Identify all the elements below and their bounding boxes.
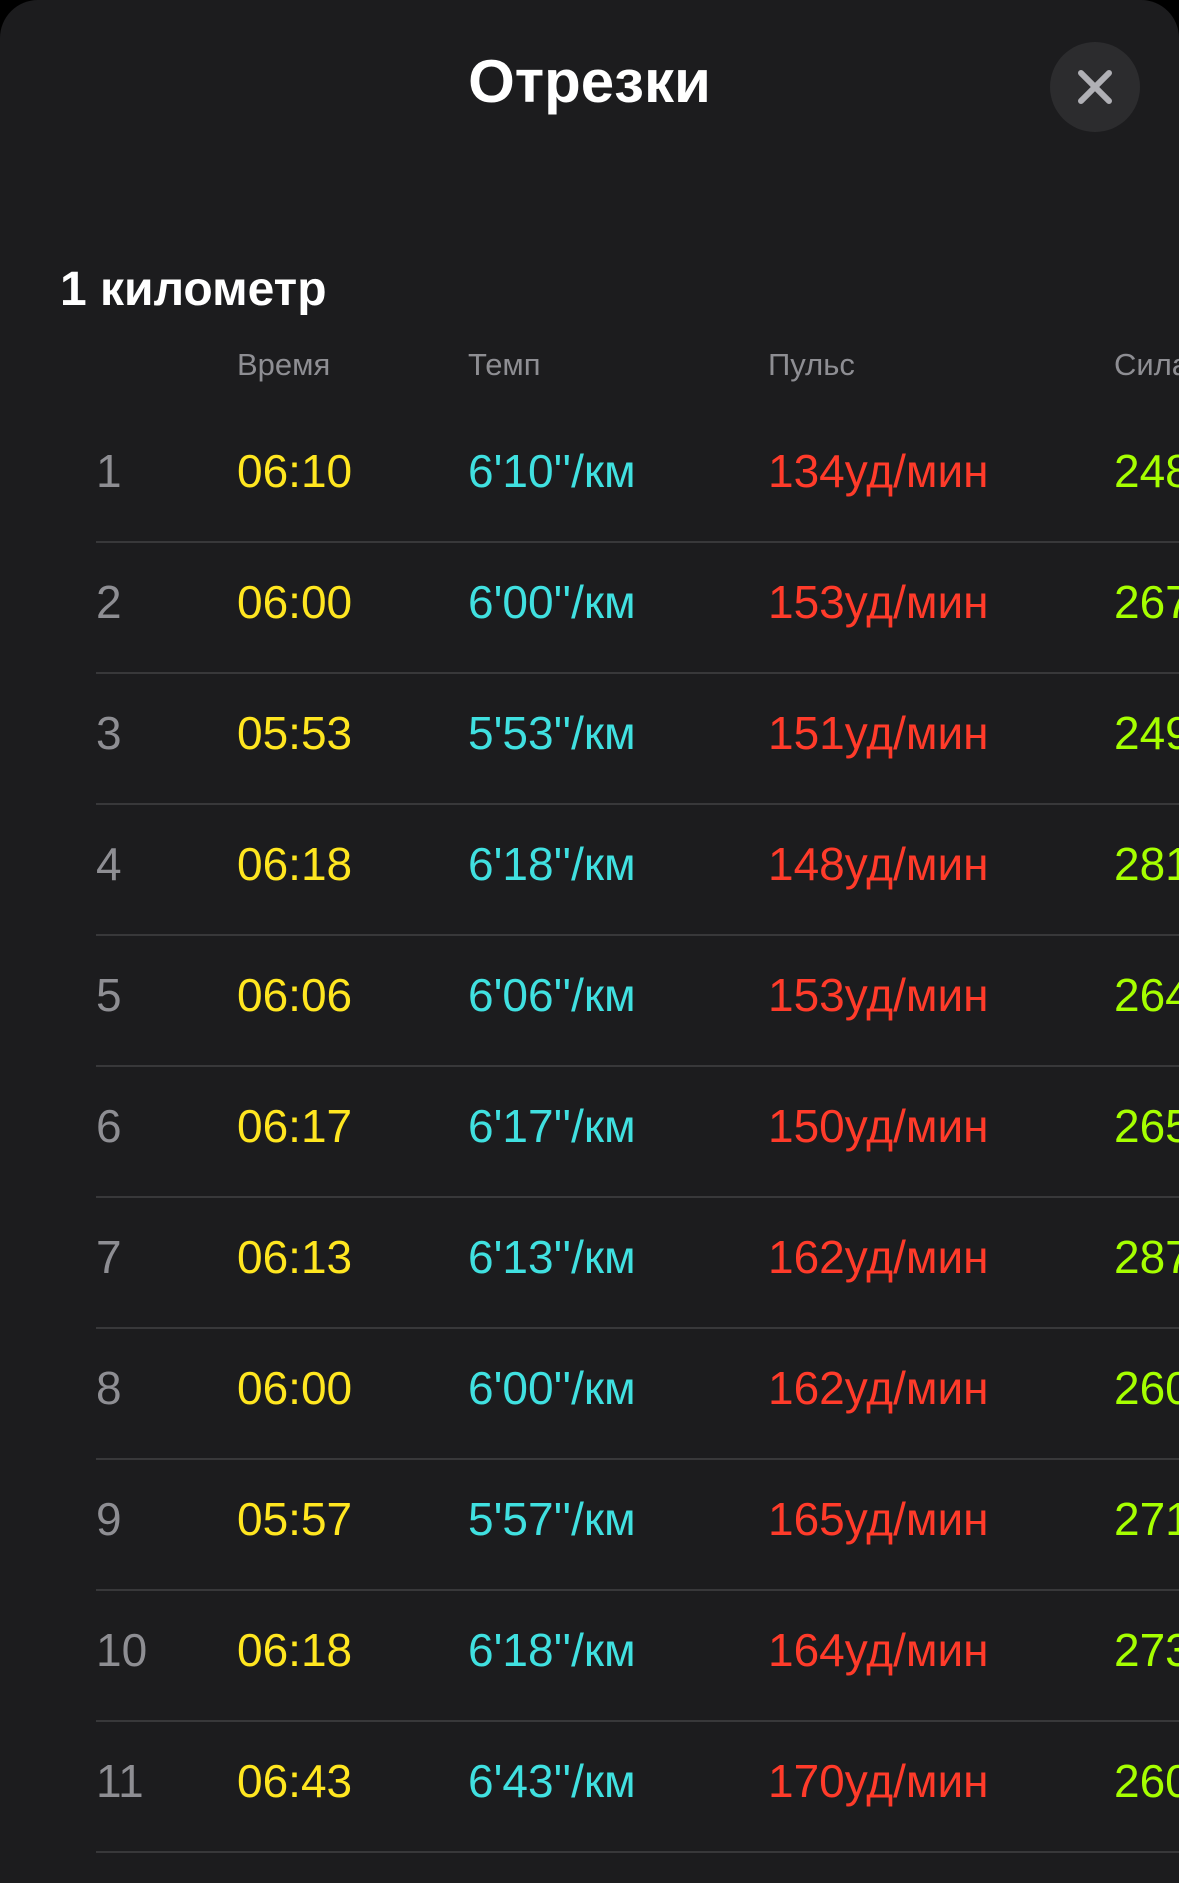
split-pace: 6'10''/км [468,445,636,497]
split-heart-rate: 164уд/мин [768,1624,989,1676]
split-power: 264 [1114,969,1179,1021]
split-power: 271 [1114,1493,1179,1545]
split-number: 10 [96,1624,148,1676]
table-row[interactable]: 10 06:18 6'18''/км 164уд/мин 273 [96,1591,1179,1722]
split-time: 06:18 [237,838,353,890]
column-header-power: Сила [1114,347,1179,382]
split-pace: 6'00''/км [468,576,636,628]
split-time: 06:06 [237,969,353,1021]
split-pace: 6'17''/км [468,1100,636,1152]
split-power: 273 [1114,1624,1179,1676]
split-time: 06:00 [237,576,353,628]
split-pace: 6'18''/км [468,1624,636,1676]
column-header-heart-rate: Пульс [768,347,855,382]
split-number: 3 [96,707,122,759]
split-time: 06:10 [237,445,353,497]
split-time: 05:53 [237,707,353,759]
split-number: 1 [96,445,122,497]
split-power: 267 [1114,576,1179,628]
table-row[interactable]: 5 06:06 6'06''/км 153уд/мин 264 [96,936,1179,1067]
table-row[interactable]: 9 05:57 5'57''/км 165уд/мин 271 [96,1460,1179,1591]
split-number: 5 [96,969,122,1021]
split-number: 11 [96,1755,144,1807]
split-time: 06:00 [237,1362,353,1414]
split-power: 265 [1114,1100,1179,1152]
table-row[interactable]: 2 06:00 6'00''/км 153уд/мин 267 [96,543,1179,674]
split-power: 260 [1114,1755,1179,1807]
split-number: 2 [96,576,122,628]
close-button[interactable] [1050,42,1140,132]
split-heart-rate: 151уд/мин [768,707,989,759]
split-time: 06:18 [237,1624,353,1676]
split-power: 248 [1114,445,1179,497]
split-power: 281 [1114,838,1179,890]
split-pace: 5'57''/км [468,1493,636,1545]
splits-sheet: Отрезки 1 километр Время Темп Пульс Сила… [0,0,1179,1883]
split-heart-rate: 165уд/мин [768,1493,989,1545]
split-heart-rate: 148уд/мин [768,838,989,890]
split-heart-rate: 153уд/мин [768,969,989,1021]
table-row[interactable]: 1 06:10 6'10''/км 134уд/мин 248 [96,412,1179,543]
split-pace: 6'13''/км [468,1231,636,1283]
column-header-pace: Темп [468,347,541,382]
split-number: 7 [96,1231,122,1283]
column-header-time: Время [237,347,331,382]
split-pace: 5'53''/км [468,707,636,759]
split-number: 4 [96,838,122,890]
split-number: 9 [96,1493,122,1545]
split-pace: 6'43''/км [468,1755,636,1807]
split-heart-rate: 153уд/мин [768,576,989,628]
table-row[interactable]: 7 06:13 6'13''/км 162уд/мин 287 [96,1198,1179,1329]
split-heart-rate: 162уд/мин [768,1231,989,1283]
split-heart-rate: 162уд/мин [768,1362,989,1414]
split-time: 06:13 [237,1231,353,1283]
split-pace: 6'18''/км [468,838,636,890]
split-heart-rate: 134уд/мин [768,445,989,497]
split-heart-rate: 150уд/мин [768,1100,989,1152]
table-body: 1 06:10 6'10''/км 134уд/мин 248 2 06:00 6'00''/… [0,412,1179,1853]
close-icon [1078,70,1112,104]
split-power: 287 [1114,1231,1179,1283]
split-number: 8 [96,1362,122,1414]
page-title: Отрезки [468,48,711,115]
split-pace: 6'06''/км [468,969,636,1021]
split-time: 06:17 [237,1100,353,1152]
table-header: Время Темп Пульс Сила [0,340,1179,390]
table-row[interactable]: 6 06:17 6'17''/км 150уд/мин 265 [96,1067,1179,1198]
section-title: 1 километр [60,263,327,316]
split-heart-rate: 170уд/мин [768,1755,989,1807]
splits-table: Время Темп Пульс Сила 1 06:10 6'10''/км 134… [0,340,1179,1853]
table-row[interactable]: 11 06:43 6'43''/км 170уд/мин 260 [96,1722,1179,1853]
split-power: 249 [1114,707,1179,759]
split-pace: 6'00''/км [468,1362,636,1414]
split-number: 6 [96,1100,122,1152]
table-row[interactable]: 3 05:53 5'53''/км 151уд/мин 249 [96,674,1179,805]
split-power: 260 [1114,1362,1179,1414]
table-row[interactable]: 8 06:00 6'00''/км 162уд/мин 260 [96,1329,1179,1460]
split-time: 06:43 [237,1755,353,1807]
split-time: 05:57 [237,1493,353,1545]
table-row[interactable]: 4 06:18 6'18''/км 148уд/мин 281 [96,805,1179,936]
